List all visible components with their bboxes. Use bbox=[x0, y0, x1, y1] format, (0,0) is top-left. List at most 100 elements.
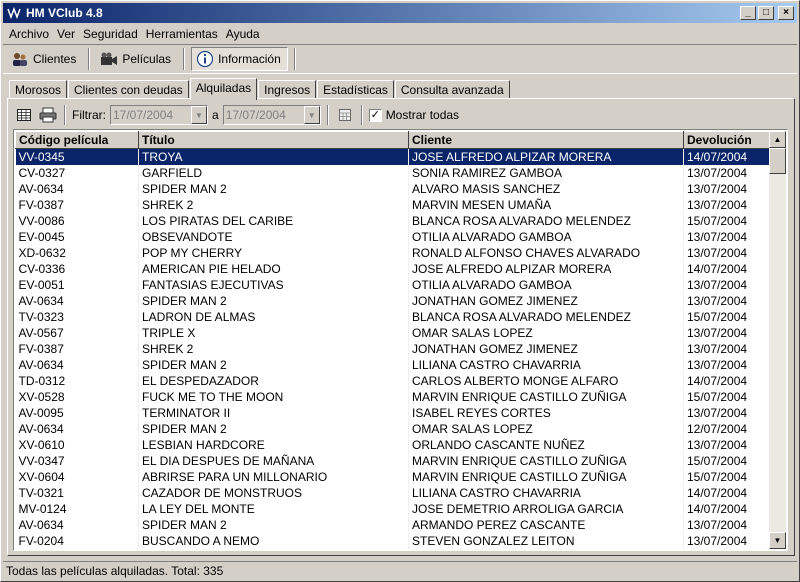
maximize-button[interactable]: □ bbox=[758, 6, 774, 20]
cell-devolucion: 13/07/2004 bbox=[683, 532, 770, 549]
table-row[interactable]: XD-0632 POP MY CHERRY RONALD ALFONSO CHAVE… bbox=[15, 244, 770, 261]
column-header-titulo[interactable]: Título bbox=[138, 131, 409, 149]
scroll-down-button[interactable]: ▼ bbox=[769, 532, 786, 549]
cell-devolucion: 13/07/2004 bbox=[683, 180, 770, 197]
table-row[interactable]: AV-0634 SPIDER MAN 2 LILIANA CASTRO CHAVAR… bbox=[15, 356, 770, 373]
cell-codigo: AV-0634 bbox=[15, 180, 139, 197]
date-to-picker[interactable]: ▼ bbox=[222, 105, 321, 125]
toolbar-separator bbox=[183, 48, 186, 70]
cell-devolucion: 15/07/2004 bbox=[683, 468, 770, 485]
cell-devolucion: 15/07/2004 bbox=[683, 388, 770, 405]
scroll-up-button[interactable]: ▲ bbox=[769, 131, 786, 148]
cell-devolucion: 13/07/2004 bbox=[683, 196, 770, 213]
cell-titulo: LESBIAN HARDCORE bbox=[138, 436, 409, 453]
info-icon bbox=[196, 50, 214, 68]
cell-cliente: ORLANDO CASCANTE NUÑEZ bbox=[408, 436, 684, 453]
table-row[interactable]: EV-0045 OBSEVANDOTE OTILIA ALVARADO GAMBOA… bbox=[15, 228, 770, 245]
menu-ayuda[interactable]: Ayuda bbox=[224, 26, 266, 42]
table-row[interactable]: AV-0634 SPIDER MAN 2 ALVARO MASIS SANCHEZ 1… bbox=[15, 180, 770, 197]
title-bar[interactable]: HM VClub 4.8 _ □ × bbox=[3, 3, 797, 23]
table-row[interactable]: AV-0634 SPIDER MAN 2 ARMANDO PEREZ CASCANT… bbox=[15, 516, 770, 533]
cell-codigo: EV-0045 bbox=[15, 228, 139, 245]
table-row[interactable]: TV-0323 LADRON DE ALMAS BLANCA ROSA ALVARA… bbox=[15, 308, 770, 325]
table-row[interactable]: VV-0345 TROYA JOSE ALFREDO ALPIZAR MORERA 1… bbox=[15, 148, 770, 165]
table-row[interactable]: CV-0336 AMERICAN PIE HELADO JOSE ALFREDO A… bbox=[15, 260, 770, 277]
table-row[interactable]: TD-0312 EL DESPEDAZADOR CARLOS ALBERTO MON… bbox=[15, 372, 770, 389]
cell-titulo: LOS PIRATAS DEL CARIBE bbox=[138, 212, 409, 229]
cell-codigo: VV-0347 bbox=[15, 452, 139, 469]
date-range-separator: a bbox=[212, 108, 219, 122]
cell-codigo: XD-0632 bbox=[15, 244, 139, 261]
menu-seguridad[interactable]: Seguridad bbox=[81, 26, 144, 42]
report-tabs: Morosos Clientes con deudas Alquiladas I… bbox=[9, 77, 511, 100]
show-all-checkbox[interactable]: ✓ bbox=[368, 108, 382, 122]
table-header-row: Código película Título Cliente Devolució… bbox=[15, 131, 770, 149]
cell-cliente: BLANCA ROSA ALVARADO MELENDEZ bbox=[408, 212, 684, 229]
table-row[interactable]: XV-0610 LESBIAN HARDCORE ORLANDO CASCANTE … bbox=[15, 436, 770, 453]
cell-devolucion: 13/07/2004 bbox=[683, 244, 770, 261]
column-header-cliente[interactable]: Cliente bbox=[408, 131, 684, 149]
show-all-label[interactable]: Mostrar todas bbox=[386, 108, 459, 122]
cell-devolucion: 14/07/2004 bbox=[683, 484, 770, 501]
cell-cliente: JOSE ALFREDO ALPIZAR MORERA bbox=[408, 260, 684, 277]
clientes-button[interactable]: Clientes bbox=[7, 47, 82, 71]
menu-archivo[interactable]: Archivo bbox=[7, 26, 55, 42]
cell-cliente: ISABEL REYES CORTES bbox=[408, 404, 684, 421]
tab-clientes-con-deudas[interactable]: Clientes con deudas bbox=[68, 80, 189, 99]
users-icon bbox=[11, 50, 29, 68]
cell-titulo: EL DESPEDAZADOR bbox=[138, 372, 409, 389]
date-to-input[interactable] bbox=[223, 106, 304, 124]
cell-codigo: XV-0610 bbox=[15, 436, 139, 453]
tab-morosos[interactable]: Morosos bbox=[9, 80, 68, 99]
printer-icon[interactable] bbox=[38, 105, 58, 125]
scroll-thumb[interactable] bbox=[769, 148, 786, 174]
cell-cliente: STEVEN GONZALEZ LEITON bbox=[408, 532, 684, 549]
table-row[interactable]: AV-0567 TRIPLE X OMAR SALAS LOPEZ 13/07/200… bbox=[15, 324, 770, 341]
table-row[interactable]: MV-0124 LA LEY DEL MONTE JOSE DEMETRIO ARR… bbox=[15, 500, 770, 517]
cell-codigo: AV-0634 bbox=[15, 420, 139, 437]
tab-consulta-avanzada[interactable]: Consulta avanzada bbox=[394, 80, 510, 99]
table-row[interactable]: AV-0634 SPIDER MAN 2 JONATHAN GOMEZ JIMENE… bbox=[15, 292, 770, 309]
minimize-button[interactable]: _ bbox=[740, 6, 756, 20]
close-button[interactable]: × bbox=[778, 6, 794, 20]
cell-codigo: TD-0312 bbox=[15, 372, 139, 389]
table-row[interactable]: CV-0327 GARFIELD SONIA RAMIREZ GAMBOA 13/07… bbox=[15, 164, 770, 181]
informacion-button[interactable]: Información bbox=[191, 47, 288, 71]
table-row[interactable]: VV-0086 LOS PIRATAS DEL CARIBE BLANCA ROSA… bbox=[15, 212, 770, 229]
menu-ver[interactable]: Ver bbox=[55, 26, 81, 42]
table-row[interactable]: FV-0204 BUSCANDO A NEMO STEVEN GONZALEZ LE… bbox=[15, 532, 770, 549]
calendar-icon[interactable] bbox=[335, 105, 355, 125]
table-row[interactable]: EV-0051 FANTASIAS EJECUTIVAS OTILIA ALVARA… bbox=[15, 276, 770, 293]
chevron-down-icon[interactable]: ▼ bbox=[303, 106, 320, 124]
cell-devolucion: 13/07/2004 bbox=[683, 324, 770, 341]
cell-titulo: POP MY CHERRY bbox=[138, 244, 409, 261]
table-row[interactable]: FV-0387 SHREK 2 JONATHAN GOMEZ JIMENEZ 13/0… bbox=[15, 340, 770, 357]
table-row[interactable]: FV-0387 SHREK 2 MARVIN MESEN UMAÑA 13/07/20… bbox=[15, 196, 770, 213]
column-header-devolucion[interactable]: Devolución bbox=[683, 131, 770, 149]
table-view-icon[interactable] bbox=[14, 105, 34, 125]
vertical-scrollbar[interactable]: ▲ ▼ bbox=[769, 131, 786, 549]
window-title: HM VClub 4.8 bbox=[26, 6, 103, 20]
column-header-codigo[interactable]: Código película bbox=[15, 131, 139, 149]
date-from-picker[interactable]: ▼ bbox=[110, 105, 208, 125]
tab-estadisticas[interactable]: Estadísticas bbox=[317, 80, 394, 99]
table-row[interactable]: AV-0095 TERMINATOR II ISABEL REYES CORTES 1… bbox=[15, 404, 770, 421]
table-row[interactable]: XV-0604 ABRIRSE PARA UN MILLONARIO MARVIN … bbox=[15, 468, 770, 485]
cell-cliente: RONALD ALFONSO CHAVES ALVARADO bbox=[408, 244, 684, 261]
peliculas-button[interactable]: Películas bbox=[96, 47, 177, 71]
date-from-input[interactable] bbox=[111, 106, 191, 124]
table-row[interactable]: AV-0634 SPIDER MAN 2 OMAR SALAS LOPEZ 12/07… bbox=[15, 420, 770, 437]
tab-ingresos[interactable]: Ingresos bbox=[258, 80, 317, 99]
cell-devolucion: 13/07/2004 bbox=[683, 404, 770, 421]
cell-devolucion: 14/07/2004 bbox=[683, 372, 770, 389]
chevron-down-icon[interactable]: ▼ bbox=[191, 106, 207, 124]
filter-separator bbox=[64, 105, 66, 125]
menu-herramientas[interactable]: Herramientas bbox=[144, 26, 224, 42]
table-row[interactable]: XV-0528 FUCK ME TO THE MOON MARVIN ENRIQUE… bbox=[15, 388, 770, 405]
table-row[interactable]: VV-0347 EL DIA DESPUES DE MAÑANA MARVIN EN… bbox=[15, 452, 770, 469]
cell-cliente: MARVIN ENRIQUE CASTILLO ZUÑIGA bbox=[408, 468, 684, 485]
tab-alquiladas[interactable]: Alquiladas bbox=[189, 78, 258, 100]
table-row[interactable]: TV-0321 CAZADOR DE MONSTRUOS LILIANA CASTR… bbox=[15, 484, 770, 501]
cell-cliente: ARMANDO PEREZ CASCANTE bbox=[408, 516, 684, 533]
cell-devolucion: 13/07/2004 bbox=[683, 340, 770, 357]
